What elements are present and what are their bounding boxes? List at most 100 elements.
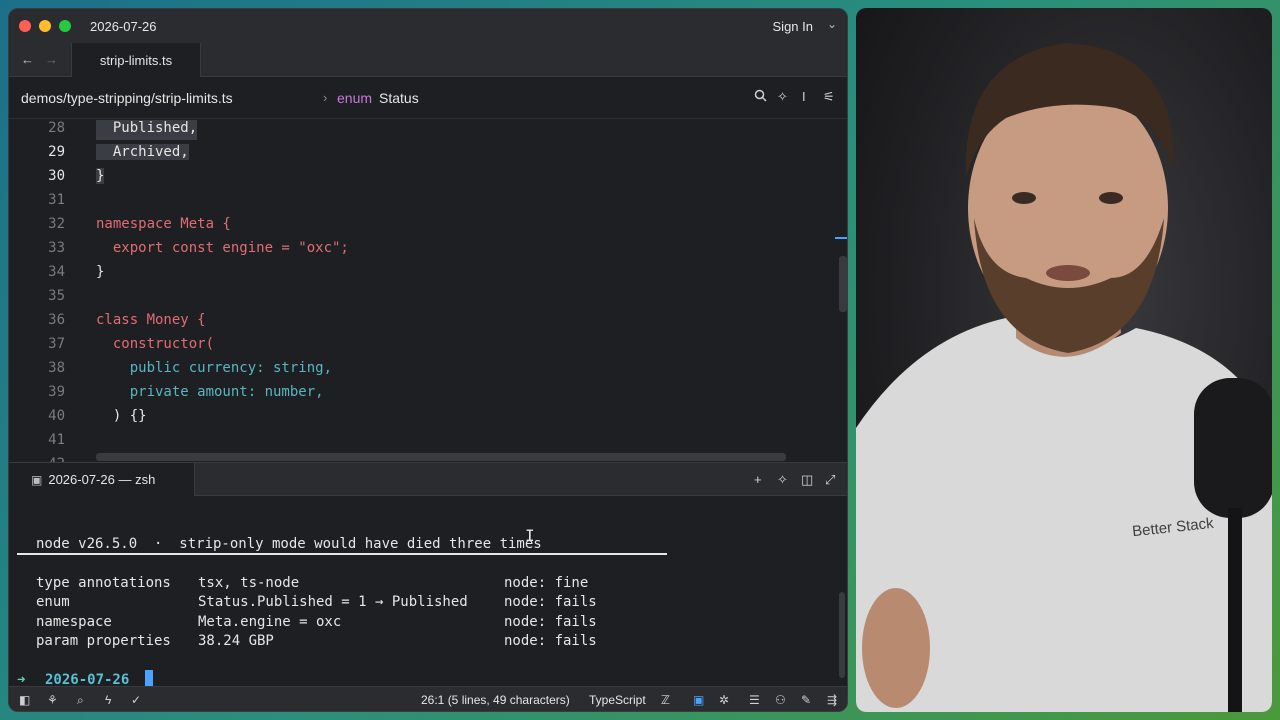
divider: [17, 553, 667, 555]
terminal-scrollbar[interactable]: [839, 592, 845, 678]
code-line: 38 public currency: string,: [9, 356, 839, 380]
horizontal-scrollbar[interactable]: [96, 453, 786, 461]
line-number: 33: [48, 240, 65, 256]
plus-icon[interactable]: +: [754, 472, 762, 487]
terminal-tab-label: 2026-07-26 — zsh: [48, 472, 156, 487]
outline-panel-icon[interactable]: ⇶: [827, 693, 837, 707]
code-text: Archived,: [96, 140, 189, 164]
terminal-icon: ▣: [31, 472, 43, 487]
line-number: 29: [48, 144, 65, 160]
breadcrumb: demos/type-stripping/strip-limits.ts › e…: [9, 77, 847, 119]
code-text: Published,: [96, 120, 198, 140]
code-text: export const engine = "oxc";: [96, 240, 349, 256]
code-line: 32 namespace Meta {: [9, 212, 839, 236]
debug-icon[interactable]: ✲: [719, 693, 729, 707]
code-line: 40 ) {}: [9, 404, 839, 428]
expand-icon[interactable]: ⤢: [825, 472, 835, 488]
line-number: 36: [48, 312, 65, 328]
terminal-tab[interactable]: ▣ 2026-07-26 — zsh: [9, 463, 195, 496]
code-text: }: [96, 164, 105, 188]
webcam-feed: Better Stack: [856, 8, 1272, 712]
chevron-down-icon[interactable]: ⌄: [827, 17, 837, 31]
text-cursor-icon[interactable]: I: [802, 89, 806, 104]
code-line: 31: [9, 188, 839, 212]
code-text: namespace Meta {: [96, 216, 231, 232]
close-window-button[interactable]: [19, 20, 31, 32]
code-line: 41: [9, 428, 839, 452]
result-feature: enum: [36, 594, 70, 610]
code-line: 30 }: [9, 164, 839, 188]
outline-icon[interactable]: ⚘: [47, 693, 58, 707]
check-icon[interactable]: ✓: [131, 693, 141, 707]
breadcrumb-separator: ›: [323, 90, 328, 105]
search-icon[interactable]: ⌕: [77, 693, 84, 708]
scroll-position-marker: [835, 237, 847, 239]
result-status: node: fails: [504, 594, 597, 610]
code-text: }: [96, 264, 105, 280]
terminal-header: ▣ 2026-07-26 — zsh + ✧ ◫ ⤢: [9, 462, 847, 496]
code-line: 36 class Money {: [9, 308, 839, 332]
selected-text: Archived,: [96, 144, 189, 160]
result-feature: type annotations: [36, 575, 171, 591]
split-pane-icon[interactable]: ◫: [801, 472, 813, 488]
line-number: 38: [48, 360, 65, 376]
window-controls: [19, 20, 71, 32]
sparkle-icon[interactable]: ✧: [777, 89, 788, 105]
line-number: 40: [48, 408, 65, 424]
settings-sliders-icon[interactable]: ⚟: [823, 89, 835, 105]
tab-bar: ← → strip-limits.ts: [9, 43, 847, 77]
code-line: 39 private amount: number,: [9, 380, 839, 404]
forward-arrow-icon[interactable]: →: [45, 52, 58, 67]
code-line: 35: [9, 284, 839, 308]
result-feature: namespace: [36, 614, 112, 630]
line-number: 39: [48, 384, 65, 400]
code-editor[interactable]: 28 Published, 29 Archived, 30 } 31 32 na…: [9, 120, 847, 462]
code-line: 33 export const engine = "oxc";: [9, 236, 839, 260]
maximize-window-button[interactable]: [59, 20, 71, 32]
result-example: Meta.engine = oxc: [198, 614, 342, 630]
tab-label: strip-limits.ts: [99, 52, 173, 68]
terminal-heading: node v26.5.0 · strip-only mode would hav…: [36, 536, 542, 552]
line-number: 28: [48, 120, 65, 136]
result-example: tsx, ts-node: [198, 575, 300, 591]
breadcrumb-path[interactable]: demos/type-stripping/strip-limits.ts: [21, 90, 233, 106]
result-status: node: fails: [504, 633, 597, 649]
sidebar-toggle-icon[interactable]: ◧: [19, 693, 30, 707]
collab-icon[interactable]: ⚇: [775, 693, 786, 707]
code-text: ) {}: [96, 408, 147, 424]
assistant-icon[interactable]: ✎: [801, 693, 811, 707]
sparkle-icon[interactable]: ✧: [777, 472, 788, 488]
window-title: 2026-07-26: [90, 18, 157, 34]
terminal-output[interactable]: node v26.5.0 · strip-only mode would hav…: [9, 496, 847, 688]
editor-window: 2026-07-26 Sign In ⌄ ← → strip-limits.ts…: [8, 8, 848, 712]
search-icon[interactable]: [754, 89, 767, 105]
tab-strip-limits[interactable]: strip-limits.ts: [71, 43, 201, 77]
sign-in-button[interactable]: Sign In: [773, 19, 813, 34]
text-cursor-icon: I: [525, 526, 535, 545]
line-number: 31: [48, 192, 65, 208]
title-bar: 2026-07-26 Sign In ⌄: [9, 9, 847, 43]
list-icon[interactable]: ☰: [749, 693, 760, 707]
vertical-scrollbar[interactable]: [839, 256, 847, 312]
code-line: 34 }: [9, 260, 839, 284]
line-number: 32: [48, 216, 65, 232]
breadcrumb-symbol[interactable]: Status: [379, 90, 419, 106]
line-number: 41: [48, 432, 65, 448]
line-number: 35: [48, 288, 65, 304]
zed-icon[interactable]: ℤ: [661, 693, 670, 707]
breadcrumb-symbol-kind: enum: [337, 90, 373, 106]
language-mode[interactable]: TypeScript: [589, 693, 646, 707]
cursor-position[interactable]: 26:1 (5 lines, 49 characters): [421, 693, 570, 707]
line-number: 34: [48, 264, 65, 280]
lightning-icon[interactable]: ϟ: [105, 693, 111, 707]
code-line: 29 Archived,: [9, 140, 839, 164]
result-status: node: fine: [504, 575, 589, 591]
terminal-panel-icon[interactable]: ▣: [693, 693, 704, 707]
back-arrow-icon[interactable]: ←: [21, 52, 34, 67]
result-example: 38.24 GBP: [198, 633, 274, 649]
result-example: Status.Published = 1 → Published: [198, 594, 468, 610]
minimize-window-button[interactable]: [39, 20, 51, 32]
line-number: 42: [9, 452, 65, 462]
result-feature: param properties: [36, 633, 171, 649]
result-status: node: fails: [504, 614, 597, 630]
